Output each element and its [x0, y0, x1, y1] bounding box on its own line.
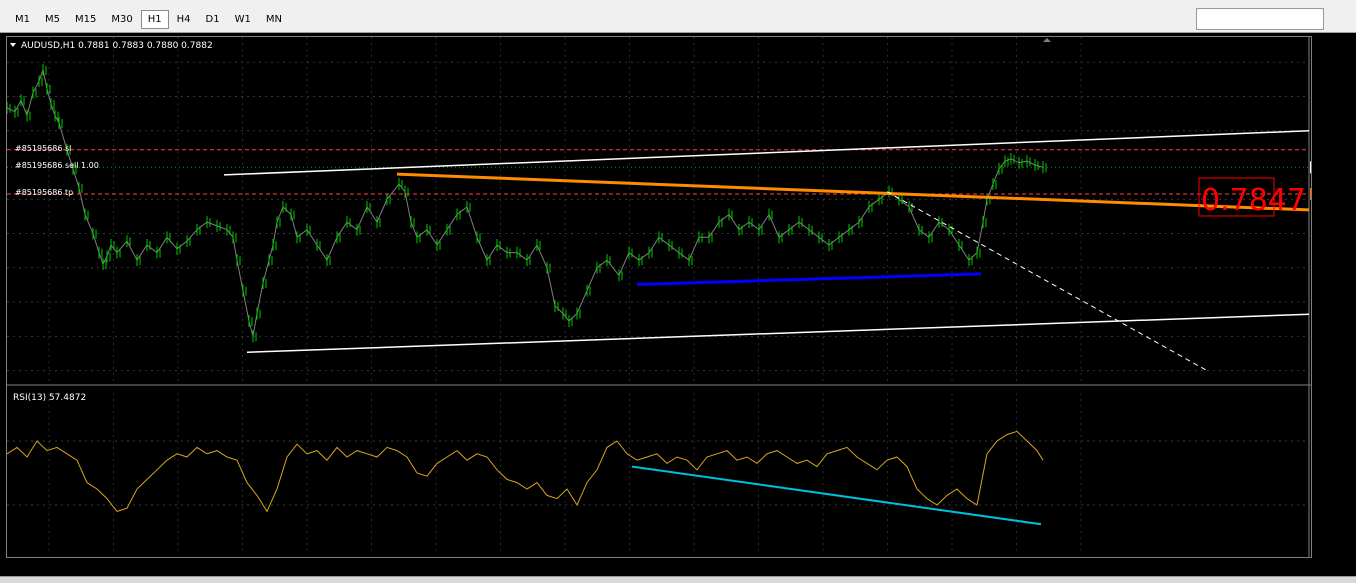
- order-tp-label: #85195686 tp: [15, 188, 73, 197]
- timeframe-w1[interactable]: W1: [228, 10, 258, 29]
- chart-header: AUDUSD,H1 0.7881 0.7883 0.7880 0.7882: [21, 41, 213, 51]
- current-price-badge-bg: [1310, 161, 1311, 174]
- timeframe-m30[interactable]: M30: [104, 10, 139, 29]
- timeframe-mn[interactable]: MN: [259, 10, 289, 29]
- timeframe-m5[interactable]: M5: [38, 10, 67, 29]
- chart-background: [7, 37, 1311, 557]
- price-chart-svg[interactable]: 0.80200.79750.79300.78400.77950.77500.77…: [7, 37, 1311, 557]
- toolbar-dropdown[interactable]: [1196, 8, 1324, 30]
- timeframe-m15[interactable]: M15: [68, 10, 103, 29]
- order-sell-label: #85195686 sell 1.00: [15, 161, 99, 170]
- timeframe-toolbar: M1 M5 M15 M30 H1 H4 D1 W1 MN: [0, 0, 1356, 33]
- timeframe-d1[interactable]: D1: [199, 10, 227, 29]
- timeframe-h1[interactable]: H1: [140, 10, 169, 29]
- order-sl-label: #85195686 sl: [15, 144, 71, 153]
- timeframe-m1[interactable]: M1: [8, 10, 37, 29]
- tp-price-badge-bg: [1310, 187, 1311, 200]
- timeframe-h4[interactable]: H4: [170, 10, 198, 29]
- big-price-label: 0.7847: [1201, 183, 1306, 218]
- chart-window[interactable]: 0.80200.79750.79300.78400.77950.77500.77…: [6, 36, 1312, 558]
- rsi-header: RSI(13) 57.4872: [13, 393, 86, 403]
- timeframe-buttons: M1 M5 M15 M30 H1 H4 D1 W1 MN: [8, 10, 290, 29]
